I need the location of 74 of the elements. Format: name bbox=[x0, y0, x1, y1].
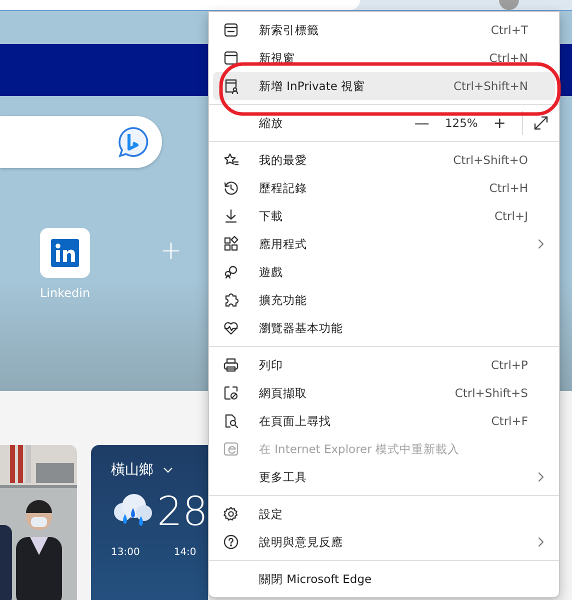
menu-label: 擴充功能 bbox=[259, 292, 308, 308]
zoom-level: 125% bbox=[444, 116, 479, 130]
help-icon bbox=[223, 534, 239, 550]
menu-label: 應用程式 bbox=[259, 236, 308, 252]
shortcut-text: Ctrl+F bbox=[491, 414, 528, 428]
menu-item[interactable]: 遊戲 bbox=[213, 258, 555, 286]
shortcut-text: Ctrl+N bbox=[489, 51, 528, 65]
shortcut-text: Ctrl+H bbox=[489, 181, 528, 195]
menu-label: 在頁面上尋找 bbox=[259, 414, 332, 428]
shortcut-text: Ctrl+Shift+S bbox=[454, 386, 528, 400]
menu-item[interactable]: 瀏覽器基本功能 bbox=[213, 314, 555, 342]
shortcut-text: Ctrl+Shift+N bbox=[454, 79, 528, 93]
chat-icon[interactable] bbox=[116, 125, 150, 159]
shortcut-text: Ctrl+Shift+O bbox=[453, 153, 528, 167]
menu-item[interactable]: 應用程式 bbox=[213, 230, 555, 258]
zoom-out-button[interactable]: — bbox=[408, 111, 436, 135]
menu-item[interactable]: 新索引標籤 Ctrl+T bbox=[213, 16, 555, 44]
new-tab-icon bbox=[223, 22, 239, 38]
star-icon bbox=[223, 152, 239, 168]
menu-item[interactable]: 在頁面上尋找 Ctrl+F bbox=[213, 407, 555, 435]
menu-label: 瀏覽器基本功能 bbox=[259, 320, 344, 336]
fullscreen-icon[interactable] bbox=[533, 115, 549, 131]
private-window-icon bbox=[223, 78, 239, 94]
location-label: 橫山鄉 bbox=[111, 461, 153, 479]
temperature: 28 bbox=[157, 489, 208, 535]
apps-icon bbox=[223, 236, 239, 252]
shortcut-text: Ctrl+J bbox=[494, 209, 528, 223]
menu-item[interactable]: 新增 InPrivate 視窗 Ctrl+Shift+N bbox=[213, 72, 555, 100]
menu-label: 縮放 bbox=[259, 116, 284, 130]
history-icon bbox=[223, 180, 239, 196]
hour-label: 13:00 bbox=[111, 547, 140, 558]
linkedin-tile[interactable] bbox=[40, 228, 90, 278]
linkedin-icon bbox=[51, 239, 80, 267]
settings-icon bbox=[223, 506, 239, 522]
menu-item[interactable]: 網頁擷取 Ctrl+Shift+S bbox=[213, 379, 555, 407]
shortcut-text: Ctrl+T bbox=[490, 23, 528, 37]
menu-label: 說明與意見反應 bbox=[259, 534, 344, 550]
menu-label: 我的最愛 bbox=[259, 152, 308, 168]
search-field[interactable] bbox=[0, 116, 162, 168]
menu-label: 設定 bbox=[259, 506, 284, 522]
menu-label: 在 Internet Explorer 模式中重新載入 bbox=[259, 442, 461, 456]
find-icon bbox=[223, 413, 239, 429]
printer-icon bbox=[223, 357, 239, 373]
menu-label: 列印 bbox=[259, 358, 284, 372]
menu-item[interactable]: 下載 Ctrl+J bbox=[213, 202, 555, 230]
menu-label: 網頁擷取 bbox=[259, 386, 308, 400]
puzzle-icon bbox=[223, 292, 239, 308]
capture-icon bbox=[223, 385, 239, 401]
menu-label: 新增 InPrivate 視窗 bbox=[259, 78, 366, 94]
menu-label: 關閉 Microsoft Edge bbox=[259, 572, 373, 586]
games-icon bbox=[223, 264, 239, 280]
menu-item[interactable]: 我的最愛 Ctrl+Shift+O bbox=[213, 146, 555, 174]
menu-item[interactable]: 說明與意見反應 bbox=[213, 528, 555, 556]
dropdown-icon[interactable] bbox=[163, 467, 173, 473]
menu-item[interactable]: 關閉 Microsoft Edge bbox=[213, 565, 555, 593]
menu-label: 遊戲 bbox=[259, 264, 284, 280]
menu-item[interactable]: 更多工具 bbox=[213, 463, 555, 491]
tile-label: Linkedin bbox=[40, 286, 90, 300]
menu-label: 歷程記錄 bbox=[259, 180, 308, 196]
menu-label: 新索引標籤 bbox=[259, 22, 320, 38]
menu-item[interactable]: 歷程記錄 Ctrl+H bbox=[213, 174, 555, 202]
heart-icon bbox=[223, 320, 239, 336]
menu-item[interactable]: 設定 bbox=[213, 500, 555, 528]
download-icon bbox=[223, 208, 239, 224]
weather-card[interactable]: 橫山鄉 28 13:00 14:0 bbox=[91, 445, 208, 600]
menu-label: 更多工具 bbox=[259, 470, 308, 484]
window-icon bbox=[223, 50, 239, 66]
ie-icon bbox=[223, 441, 239, 457]
shortcut-text: Ctrl+P bbox=[490, 358, 528, 372]
menu-item[interactable]: 擴充功能 bbox=[213, 286, 555, 314]
menu-label: 下載 bbox=[259, 208, 284, 224]
hour-label: 14:0 bbox=[174, 547, 196, 558]
zoom-in-button[interactable]: + bbox=[487, 111, 512, 135]
menu-item[interactable]: 列印 Ctrl+P bbox=[213, 351, 555, 379]
